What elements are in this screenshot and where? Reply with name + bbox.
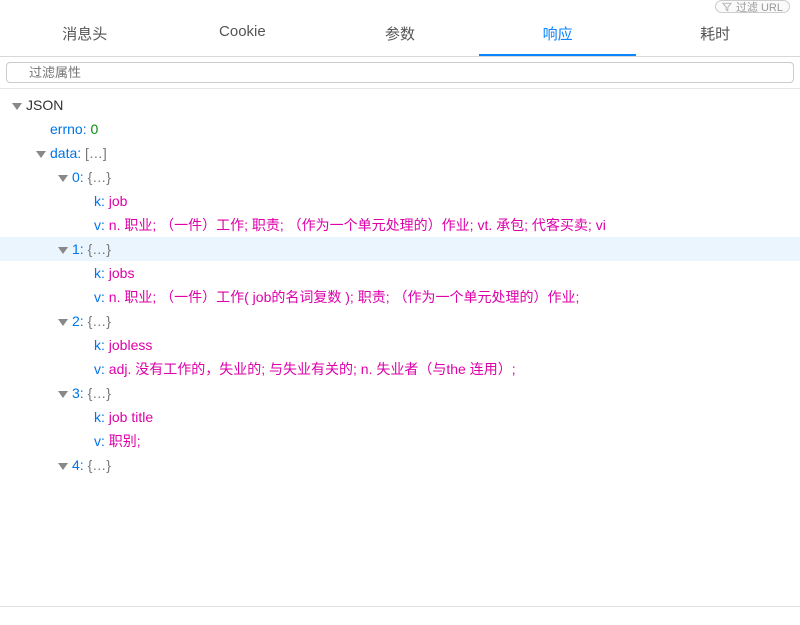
json-value-string: 职别;: [109, 433, 141, 449]
tabs-bar: 消息头 Cookie 参数 响应 耗时: [0, 13, 800, 57]
json-index: 1: [72, 241, 80, 257]
toggle-icon[interactable]: [58, 463, 68, 470]
json-key: v: [94, 361, 101, 377]
json-index: 4: [72, 457, 80, 473]
json-data-row[interactable]: data: […]: [0, 141, 800, 165]
json-property-row[interactable]: v: adj. 没有工作的，失业的; 与失业有关的; n. 失业者（与the 连…: [0, 357, 800, 381]
tab-timing[interactable]: 耗时: [636, 13, 794, 56]
json-value-string: n. 职业; （一件）工作; 职责; （作为一个单元处理的）作业; vt. 承包…: [109, 217, 606, 233]
tab-params[interactable]: 参数: [321, 13, 479, 56]
json-brackets: {…}: [88, 457, 111, 473]
json-root-label: JSON: [26, 97, 63, 113]
json-brackets: {…}: [88, 385, 111, 401]
json-brackets: {…}: [88, 169, 111, 185]
json-key: k: [94, 193, 101, 209]
json-brackets: {…}: [88, 241, 111, 257]
json-key: v: [94, 289, 101, 305]
json-property-row[interactable]: k: job title: [0, 405, 800, 429]
json-key: k: [94, 337, 101, 353]
toggle-icon[interactable]: [58, 391, 68, 398]
json-property-row[interactable]: v: 职别;: [0, 429, 800, 453]
toggle-icon[interactable]: [58, 319, 68, 326]
json-key: v: [94, 217, 101, 233]
toggle-icon[interactable]: [58, 247, 68, 254]
tab-cookie[interactable]: Cookie: [164, 13, 322, 56]
filter-bar: [0, 57, 800, 89]
json-index: 0: [72, 169, 80, 185]
json-array-item[interactable]: 1: {…}: [0, 237, 800, 261]
url-filter-pill: 过滤 URL: [715, 0, 790, 13]
toggle-icon[interactable]: [12, 103, 22, 110]
url-filter-text: 过滤 URL: [736, 0, 783, 15]
json-index: 3: [72, 385, 80, 401]
json-value-string: job: [109, 193, 128, 209]
json-array-item[interactable]: 0: {…}: [0, 165, 800, 189]
bottom-divider: [0, 606, 800, 612]
json-property-row[interactable]: k: jobless: [0, 333, 800, 357]
json-key: k: [94, 265, 101, 281]
json-value-string: jobs: [109, 265, 135, 281]
filter-properties-input[interactable]: [6, 62, 794, 83]
json-array-item[interactable]: 2: {…}: [0, 309, 800, 333]
json-errno-row[interactable]: errno: 0: [0, 117, 800, 141]
json-array-item[interactable]: 3: {…}: [0, 381, 800, 405]
json-key: data: [50, 145, 77, 161]
json-key: errno: [50, 121, 83, 137]
toggle-icon[interactable]: [36, 151, 46, 158]
json-brackets: {…}: [88, 313, 111, 329]
json-value-string: adj. 没有工作的，失业的; 与失业有关的; n. 失业者（与the 连用）;: [109, 361, 516, 377]
json-root[interactable]: JSON: [0, 93, 800, 117]
json-property-row[interactable]: k: job: [0, 189, 800, 213]
toggle-icon[interactable]: [58, 175, 68, 182]
json-key: k: [94, 409, 101, 425]
json-property-row[interactable]: v: n. 职业; （一件）工作; 职责; （作为一个单元处理的）作业; vt.…: [0, 213, 800, 237]
tab-headers[interactable]: 消息头: [6, 13, 164, 56]
tab-response[interactable]: 响应: [479, 13, 637, 56]
json-tree: JSON errno: 0 data: […] 0: {…} k: job v:…: [0, 89, 800, 481]
json-key: v: [94, 433, 101, 449]
json-index: 2: [72, 313, 80, 329]
json-property-row[interactable]: k: jobs: [0, 261, 800, 285]
json-property-row[interactable]: v: n. 职业; （一件）工作( job的名词复数 ); 职责; （作为一个单…: [0, 285, 800, 309]
json-value-number: 0: [90, 121, 98, 137]
json-value-string: job title: [109, 409, 153, 425]
filter-icon: [722, 2, 732, 12]
json-brackets: […]: [85, 145, 107, 161]
json-array-item[interactable]: 4: {…}: [0, 453, 800, 477]
json-value-string: jobless: [109, 337, 153, 353]
json-value-string: n. 职业; （一件）工作( job的名词复数 ); 职责; （作为一个单元处理…: [109, 289, 580, 305]
